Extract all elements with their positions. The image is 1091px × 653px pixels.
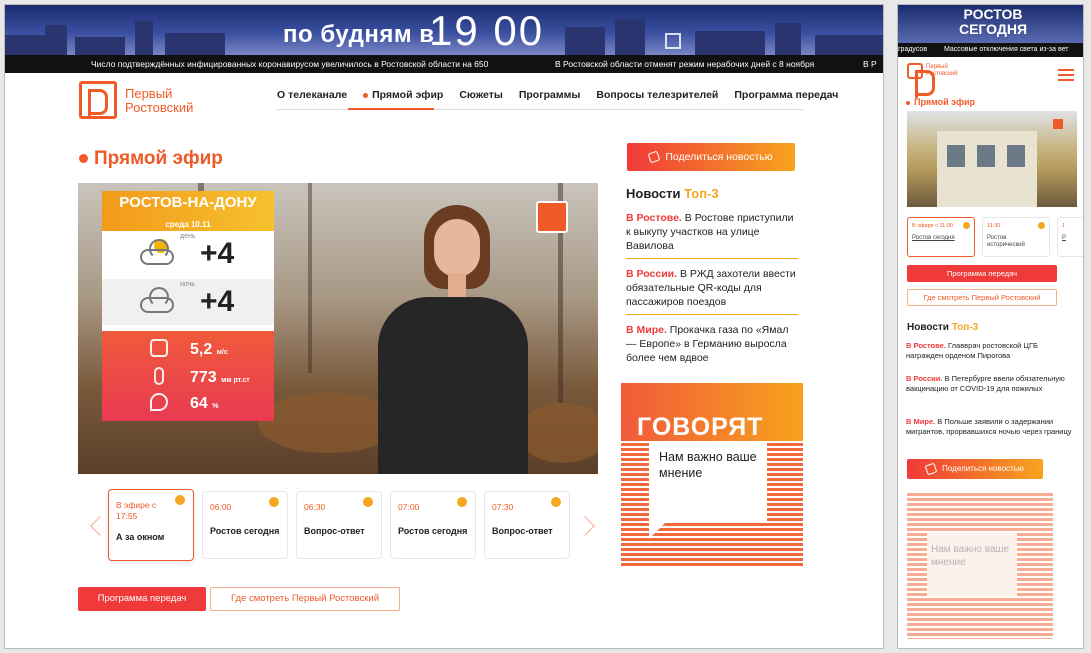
where-to-watch-button[interactable]: Где смотреть Первый Ростовский xyxy=(210,587,400,611)
check-badge-icon xyxy=(175,495,185,505)
nav-item-questions[interactable]: Вопросы телезрителей xyxy=(596,89,718,101)
schedule-card[interactable]: В эфире с 17:55 А за окном xyxy=(108,489,194,561)
pencil-icon xyxy=(647,150,661,164)
cloud-icon xyxy=(140,287,174,313)
mobile-news-item[interactable]: В Ростове. Главврач ростовской ЦГБ награ… xyxy=(906,341,1074,361)
news-ticker: Число подтверждённых инфицированных коро… xyxy=(5,55,883,73)
cloud-icon xyxy=(140,239,174,265)
mobile-govoryat-subtitle: Нам важно ваше мнение xyxy=(931,544,1010,568)
speech-bubble: Нам важно ваше мнение xyxy=(649,443,767,539)
logo-icon xyxy=(907,63,935,98)
thermometer-icon xyxy=(154,367,164,385)
humidity-value: 64 % xyxy=(190,395,219,412)
mobile-schedule-button[interactable]: Программа передач xyxy=(907,265,1057,282)
check-badge-icon xyxy=(963,222,970,229)
news-top3-title: Новости Топ-3 xyxy=(626,186,719,201)
mobile-schedule-card[interactable]: 11:30 Ростов исторический xyxy=(982,217,1050,257)
news-divider xyxy=(626,314,798,315)
schedule-card[interactable]: 06:00 Ростов сегодня xyxy=(202,491,288,559)
channel-icon xyxy=(665,33,681,49)
weather-card: РОСТОВ-НА-ДОНУ среда 10.11 день +4 ночь … xyxy=(102,191,274,421)
day-temp: +4 xyxy=(200,237,235,270)
mobile-promo-banner[interactable]: РОСТОВ СЕГОДНЯ xyxy=(898,5,1083,43)
day-label: день xyxy=(180,233,196,240)
live-video-player[interactable]: РОСТОВ-НА-ДОНУ среда 10.11 день +4 ночь … xyxy=(78,183,598,474)
check-badge-icon xyxy=(457,497,467,507)
news-divider xyxy=(626,258,798,259)
check-badge-icon xyxy=(363,497,373,507)
check-badge-icon xyxy=(1038,222,1045,229)
mobile-share-news-button[interactable]: Поделиться новостью xyxy=(907,459,1043,479)
page-title: Прямой эфир xyxy=(79,148,223,170)
logo-text: Первый Ростовский xyxy=(125,86,194,115)
news-item[interactable]: В России. В РЖД захотели ввести обязател… xyxy=(626,267,798,309)
mobile-view: РОСТОВ СЕГОДНЯ градусов Массовые отключе… xyxy=(897,4,1084,649)
nav-item-live[interactable]: Прямой эфир xyxy=(363,89,443,101)
govoryat-subtitle: Нам важно ваше мнение xyxy=(659,450,757,480)
nav-item-schedule[interactable]: Программа передач xyxy=(734,89,838,101)
govoryat-promo[interactable]: ГОВОРЯТ Нам важно ваше мнение xyxy=(621,383,803,566)
pressure-value: 773 мм рт.ст xyxy=(190,369,250,386)
mobile-page-title: Прямой эфир xyxy=(906,97,975,107)
wind-value: 5,2 м/с xyxy=(190,341,228,358)
ticker-item[interactable]: градусов xyxy=(898,43,927,57)
ticker-item[interactable]: В Р xyxy=(863,55,877,73)
schedule-card[interactable]: 07:30 Вопрос-ответ xyxy=(484,491,570,559)
share-news-button[interactable]: Поделиться новостью xyxy=(627,143,795,171)
channel-logo-icon xyxy=(536,201,568,233)
mobile-news-item[interactable]: В Мире. В Польше заявили о задержании ми… xyxy=(906,417,1074,437)
carousel-next-arrow-icon[interactable] xyxy=(575,516,595,536)
schedule-card[interactable]: 07:00 Ростов сегодня xyxy=(390,491,476,559)
logo-text: Первый Ростовский xyxy=(926,64,958,77)
carousel-prev-arrow-icon[interactable] xyxy=(90,516,110,536)
main-nav: О телеканале Прямой эфир Сюжеты Программ… xyxy=(277,89,838,101)
ticker-item[interactable]: В Ростовской области отменят режим нераб… xyxy=(555,55,814,73)
weather-stats: 5,2 м/с 773 мм рт.ст 64 % xyxy=(102,331,274,421)
ticker-item[interactable]: Массовые отключения света из-за вет xyxy=(944,43,1068,57)
news-item[interactable]: В Мире. Прокачка газа по «Ямал — Европе»… xyxy=(626,323,798,365)
mobile-banner-text: РОСТОВ СЕГОДНЯ xyxy=(958,6,1028,37)
mobile-govoryat-promo[interactable]: Нам важно ваше мнение xyxy=(907,493,1053,639)
promo-banner[interactable]: по будням в 19 00 xyxy=(5,5,883,55)
banner-text: по будням в xyxy=(283,21,435,48)
mobile-live-video[interactable] xyxy=(907,111,1077,207)
weather-city: РОСТОВ-НА-ДОНУ xyxy=(119,194,257,211)
ticker-item[interactable]: Число подтверждённых инфицированных коро… xyxy=(91,55,488,73)
weather-date: среда 10.11 xyxy=(165,220,211,229)
schedule-card[interactable]: 06:30 Вопрос-ответ xyxy=(296,491,382,559)
nav-item-programs[interactable]: Программы xyxy=(519,89,581,101)
news-item[interactable]: В Ростове. В Ростове приступили к выкупу… xyxy=(626,211,798,253)
mobile-news-top3-title: Новости Топ-3 xyxy=(907,322,979,333)
pencil-icon xyxy=(924,462,938,476)
active-dot-icon xyxy=(363,92,369,98)
mobile-schedule-card[interactable]: В эфире с 11:00 Ростов сегодня xyxy=(907,217,975,257)
check-badge-icon xyxy=(551,497,561,507)
mobile-news-ticker: градусов Массовые отключения света из-за… xyxy=(898,43,1083,57)
banner-time: 19 00 xyxy=(429,7,545,54)
govoryat-title: ГОВОРЯТ xyxy=(637,413,764,441)
humidity-icon xyxy=(150,393,168,411)
menu-icon[interactable] xyxy=(1058,69,1074,71)
night-temp: +4 xyxy=(200,285,235,318)
presenter xyxy=(378,205,528,474)
nav-active-underline xyxy=(348,108,434,110)
nav-item-about[interactable]: О телеканале xyxy=(277,89,347,101)
mobile-schedule-card[interactable]: 1 Р xyxy=(1057,217,1083,257)
check-badge-icon xyxy=(269,497,279,507)
schedule-button[interactable]: Программа передач xyxy=(78,587,206,611)
mobile-news-item[interactable]: В России. В Петербурге ввели обязательну… xyxy=(906,374,1074,394)
desktop-view: по будням в 19 00 Число подтверждённых и… xyxy=(4,4,884,649)
wind-icon xyxy=(150,339,168,357)
night-label: ночь xyxy=(180,281,195,288)
nav-item-stories[interactable]: Сюжеты xyxy=(459,89,503,101)
mobile-where-to-watch-button[interactable]: Где смотреть Первый Ростовский xyxy=(907,289,1057,306)
logo-icon xyxy=(79,81,117,119)
